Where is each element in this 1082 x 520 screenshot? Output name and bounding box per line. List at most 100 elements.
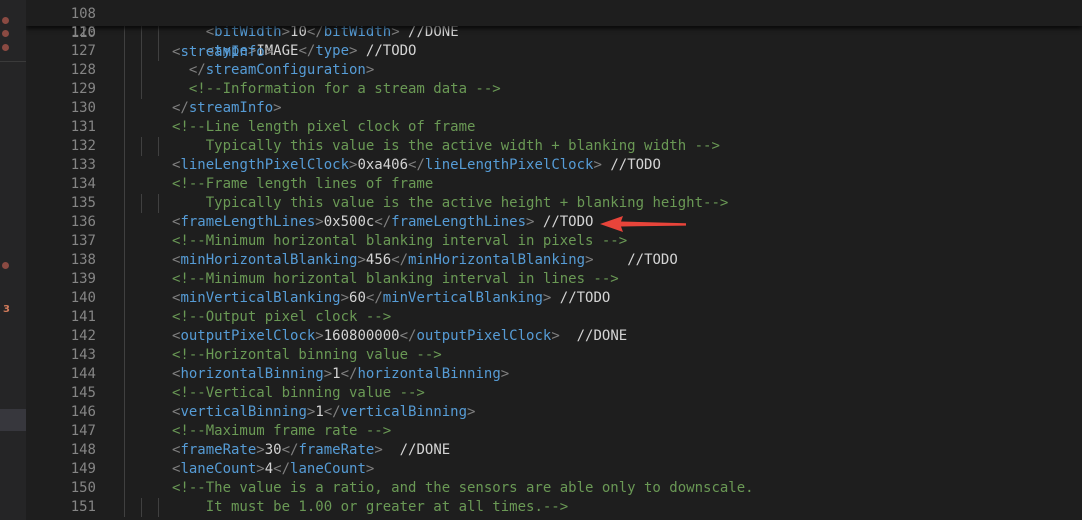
indent-guide xyxy=(124,365,125,384)
code-line[interactable]: 140 <minVerticalBlanking>60</minVerticalB… xyxy=(26,289,1082,308)
code-line[interactable]: 150 <!--The value is a ratio, and the sen… xyxy=(26,479,1082,498)
xml-bracket: > xyxy=(365,62,375,78)
indent-guide xyxy=(124,80,125,99)
xml-tag-name: outputPixelClock xyxy=(180,328,316,344)
xml-comment: <!--Maximum frame rate --> xyxy=(172,423,392,439)
code-line[interactable]: 142 <outputPixelClock>160800000</outputPi… xyxy=(26,327,1082,346)
line-number: 139 xyxy=(70,271,96,287)
indent-guide xyxy=(140,42,142,61)
xml-tag-name: frameLengthLines xyxy=(391,214,527,230)
code-line[interactable]: 137 <!--Minimum horizontal blanking inter… xyxy=(26,232,1082,251)
activity-strip: 3 xyxy=(0,0,26,520)
indent-guide xyxy=(124,346,125,365)
selected-strip-item[interactable] xyxy=(0,409,26,431)
line-code: <!--Vertical binning value --> xyxy=(172,384,425,403)
code-line[interactable]: 130 </streamInfo> xyxy=(26,99,1082,118)
code-line[interactable]: 147 <!--Maximum frame rate --> xyxy=(26,422,1082,441)
xml-value: 0x500c xyxy=(323,214,375,230)
code-line[interactable]: 133 <lineLengthPixelClock>0xa406</lineLen… xyxy=(26,156,1082,175)
sticky-line[interactable]: 110 <streamInfo> xyxy=(26,5,1082,60)
xml-tag-name: frameLengthLines xyxy=(180,214,316,230)
breakpoint-dot[interactable] xyxy=(2,17,9,24)
code-line[interactable]: 128 </streamConfiguration> xyxy=(26,61,1082,80)
line-code: <laneCount>4</laneCount> xyxy=(172,460,374,479)
line-number: 149 xyxy=(70,461,96,477)
code-line[interactable]: 134 <!--Frame length lines of frame xyxy=(26,175,1082,194)
breakpoint-dot[interactable] xyxy=(2,30,9,37)
xml-bracket: < xyxy=(205,24,215,40)
xml-comment: <!--Minimum horizontal blanking interval… xyxy=(172,233,628,249)
line-code: Typically this value is the active width… xyxy=(206,137,720,156)
xml-bracket: > xyxy=(315,214,324,230)
indent-guide xyxy=(124,213,125,232)
line-number: 136 xyxy=(70,214,96,230)
todo-comment: //TODO xyxy=(601,157,661,173)
xml-tag-name: lineLengthPixelClock xyxy=(424,157,594,173)
xml-bracket: > xyxy=(585,252,594,268)
problems-count-badge: 3 xyxy=(3,304,10,315)
code-line[interactable]: 149 <laneCount>4</laneCount> xyxy=(26,460,1082,479)
line-number: 144 xyxy=(70,366,96,382)
code-line[interactable]: 138 <minHorizontalBlanking>456</minHorizo… xyxy=(26,251,1082,270)
xml-bracket: > xyxy=(264,44,274,60)
breakpoint-dot[interactable] xyxy=(2,44,9,51)
xml-bracket: > xyxy=(315,328,324,344)
code-line[interactable]: 131 <!--Line length pixel clock of frame xyxy=(26,118,1082,137)
line-code: <!--Line length pixel clock of frame xyxy=(172,118,475,137)
xml-bracket: > xyxy=(357,252,366,268)
xml-bracket: </ xyxy=(172,100,189,116)
code-line[interactable]: 148 <frameRate>30</frameRate> //DONE xyxy=(26,441,1082,460)
code-line[interactable]: 139 <!--Minimum horizontal blanking inter… xyxy=(26,270,1082,289)
xml-tag-name: verticalBinning xyxy=(180,404,307,420)
xml-comment: <!--Line length pixel clock of frame xyxy=(172,119,476,135)
line-code: <outputPixelClock>160800000</outputPixel… xyxy=(172,327,627,346)
code-line[interactable]: 136 <frameLengthLines>0x500c</frameLength… xyxy=(26,213,1082,232)
xml-comment: Typically this value is the active width… xyxy=(205,138,720,154)
code-line[interactable]: 144 <horizontalBinning>1</horizontalBinni… xyxy=(26,365,1082,384)
code-line[interactable]: 129 <!--Information for a stream data --> xyxy=(26,80,1082,99)
line-number: 145 xyxy=(70,385,96,401)
code-line[interactable]: 145 <!--Vertical binning value --> xyxy=(26,384,1082,403)
indent-guide xyxy=(124,118,125,137)
xml-value: 160800000 xyxy=(323,328,400,344)
xml-bracket: > xyxy=(256,442,265,458)
sticky-scroll-header[interactable]: 108 110 <streamInfo> xyxy=(26,0,1082,60)
line-number: 131 xyxy=(70,119,96,135)
indent-guide xyxy=(124,422,125,441)
line-code: </streamConfiguration> xyxy=(189,61,374,80)
line-number: 148 xyxy=(70,442,96,458)
xml-tag-name: streamInfo xyxy=(188,100,274,116)
code-line[interactable]: 143 <!--Horizontal binning value --> xyxy=(26,346,1082,365)
line-code: </streamInfo> xyxy=(172,99,282,118)
arrow-icon xyxy=(600,216,686,232)
xml-bracket: </ xyxy=(273,461,291,477)
line-code: <!--Frame length lines of frame xyxy=(172,175,433,194)
xml-value: 10 xyxy=(290,24,307,40)
code-line[interactable]: 132 Typically this value is the active wi… xyxy=(26,137,1082,156)
breakpoint-dot[interactable] xyxy=(2,262,9,269)
indent-guide xyxy=(124,270,125,289)
line-code: Typically this value is the active heigh… xyxy=(206,194,729,213)
line-code: It must be 1.00 or greater at all times.… xyxy=(206,498,568,517)
xml-tag-name: bitWidth xyxy=(323,24,392,40)
line-number: 142 xyxy=(70,328,96,344)
indent-guide xyxy=(124,137,125,156)
indent-guide xyxy=(140,80,142,99)
code-line[interactable]: 151 It must be 1.00 or greater at all tim… xyxy=(26,498,1082,517)
xml-bracket: </ xyxy=(281,442,299,458)
xml-bracket: </ xyxy=(298,43,316,59)
code-editor[interactable]: 108 110 <streamInfo> 126 <bitWidth>10</bi… xyxy=(26,0,1082,520)
line-code: <minVerticalBlanking>60</minVerticalBlan… xyxy=(172,289,610,308)
code-lines: 126 <bitWidth>10</bitWidth> //DONE 127 <typ… xyxy=(26,23,1082,517)
xml-tag-name: laneCount xyxy=(180,461,257,477)
code-line[interactable]: 141 <!--Output pixel clock --> xyxy=(26,308,1082,327)
code-line[interactable]: 146 <verticalBinning>1</verticalBinning> xyxy=(26,403,1082,422)
indent-guide xyxy=(124,308,125,327)
code-line[interactable]: 135 Typically this value is the active he… xyxy=(26,194,1082,213)
indent-guide xyxy=(140,61,142,80)
indent-guide xyxy=(124,99,125,118)
indent-guide xyxy=(124,460,125,479)
xml-tag-name: frameRate xyxy=(298,442,375,458)
indent-guide xyxy=(124,498,125,517)
xml-tag-name: horizontalBinning xyxy=(180,366,324,382)
